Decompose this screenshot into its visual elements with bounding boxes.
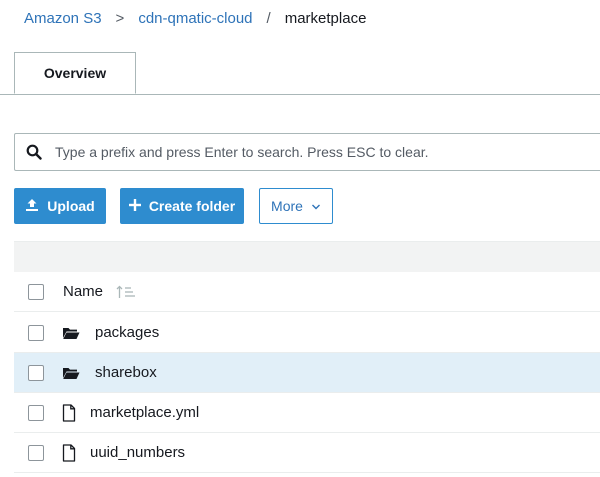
create-folder-button[interactable]: Create folder <box>120 188 244 224</box>
folder-icon <box>62 326 80 340</box>
search-icon <box>15 144 53 160</box>
more-dropdown-button[interactable]: More <box>259 188 333 224</box>
row-checkbox[interactable] <box>28 404 44 421</box>
folder-icon <box>62 366 80 380</box>
breadcrumb-bucket[interactable]: cdn-qmatic-cloud <box>138 10 252 27</box>
create-folder-button-label: Create folder <box>148 198 236 214</box>
breadcrumb-separator: / <box>266 9 271 27</box>
row-checkbox[interactable] <box>28 324 44 341</box>
select-all-checkbox[interactable] <box>28 283 44 300</box>
sort-icon[interactable] <box>116 285 136 299</box>
file-name-link[interactable]: marketplace.yml <box>90 404 199 421</box>
table-row[interactable]: packages <box>14 313 600 353</box>
folder-name-link[interactable]: packages <box>95 324 159 341</box>
column-header-name[interactable]: Name <box>63 283 103 300</box>
row-checkbox[interactable] <box>28 444 44 461</box>
breadcrumb: Amazon S3 > cdn-qmatic-cloud / marketpla… <box>24 8 366 28</box>
breadcrumb-amazon-s3[interactable]: Amazon S3 <box>24 10 102 27</box>
upload-button[interactable]: Upload <box>14 188 106 224</box>
upload-button-label: Upload <box>47 198 95 214</box>
file-icon <box>62 403 76 422</box>
chevron-down-icon <box>311 198 321 214</box>
table-row[interactable]: marketplace.yml <box>14 393 600 433</box>
breadcrumb-current: marketplace <box>284 9 367 27</box>
table-toolbar-strip <box>14 241 600 272</box>
search-bar <box>14 133 600 171</box>
file-name-link[interactable]: uuid_numbers <box>90 444 185 461</box>
file-icon <box>62 443 76 462</box>
tab-bar: Overview <box>0 52 600 95</box>
table-row[interactable]: sharebox <box>14 353 600 393</box>
breadcrumb-separator: > <box>115 9 125 27</box>
table-header-row: Name <box>14 272 600 312</box>
search-input[interactable] <box>53 143 577 161</box>
row-checkbox[interactable] <box>28 364 44 381</box>
tab-overview[interactable]: Overview <box>14 52 136 94</box>
upload-icon <box>25 198 39 215</box>
plus-icon <box>128 198 141 214</box>
folder-name-link[interactable]: sharebox <box>95 364 157 381</box>
more-button-label: More <box>271 198 303 214</box>
table-row[interactable]: uuid_numbers <box>14 433 600 473</box>
